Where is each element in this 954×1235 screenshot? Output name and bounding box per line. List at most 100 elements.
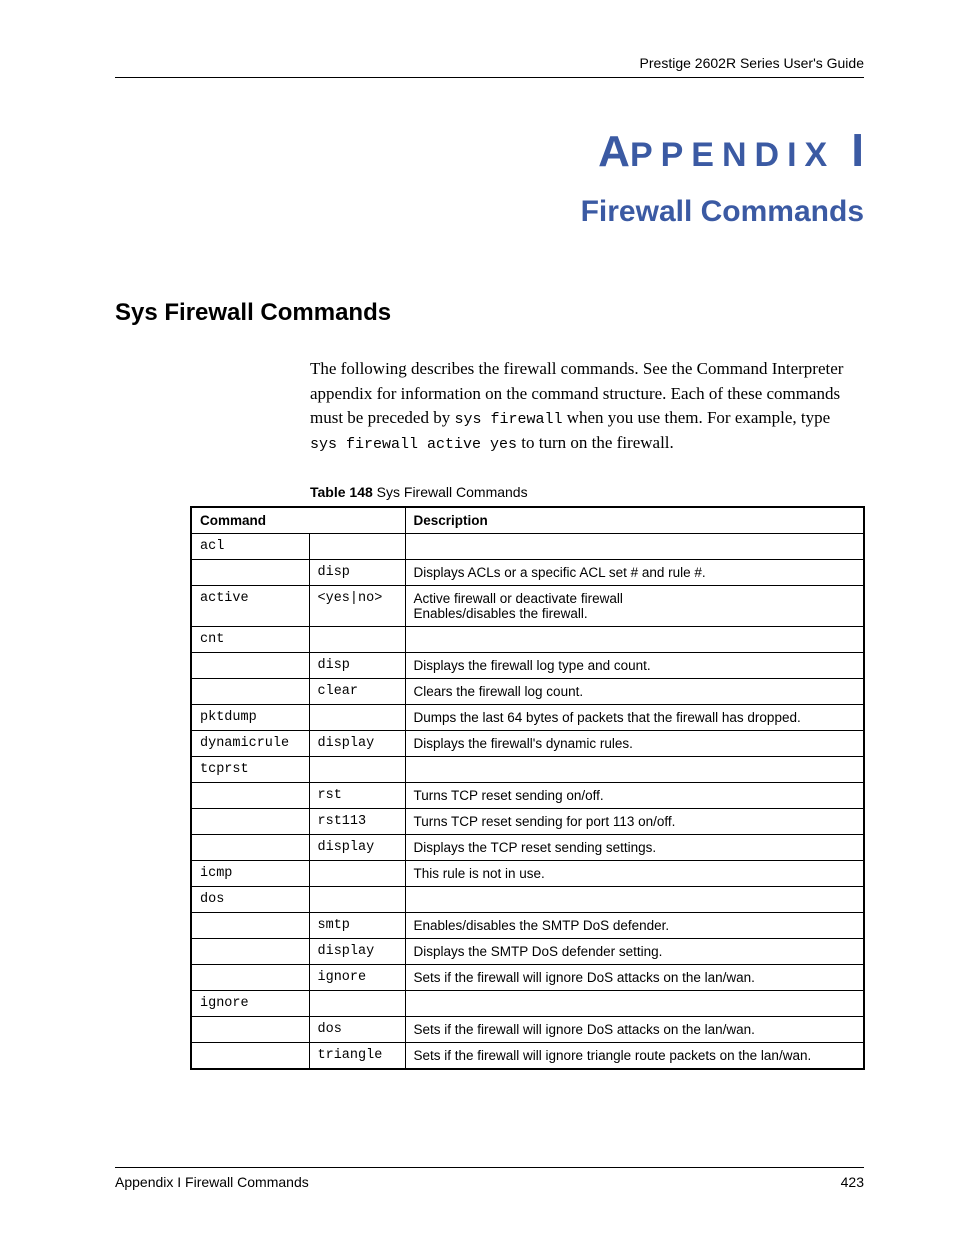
cmd-desc: Sets if the firewall will ignore DoS att…	[405, 964, 864, 990]
table-row: dynamicruledisplayDisplays the firewall'…	[191, 730, 864, 756]
cmd-col2: display	[309, 834, 405, 860]
cmd-col1: cnt	[191, 626, 309, 652]
cmd-col1	[191, 834, 309, 860]
cmd-desc: Active firewall or deactivate firewallEn…	[405, 585, 864, 626]
cmd-col1: acl	[191, 533, 309, 559]
table-row: rstTurns TCP reset sending on/off.	[191, 782, 864, 808]
cmd-col2: disp	[309, 559, 405, 585]
cmd-col2	[309, 533, 405, 559]
cmd-col1	[191, 1042, 309, 1069]
table-row: dispDisplays the firewall log type and c…	[191, 652, 864, 678]
cmd-col2: dos	[309, 1016, 405, 1042]
cmd-desc	[405, 626, 864, 652]
intro-paragraph: The following describes the firewall com…	[310, 357, 854, 456]
cmd-col2	[309, 756, 405, 782]
cmd-col1: dynamicrule	[191, 730, 309, 756]
cmd-col2: <yes|no>	[309, 585, 405, 626]
table-row: ignore	[191, 990, 864, 1016]
appendix-big-a: A	[598, 127, 630, 176]
table-caption-bold: Table 148	[310, 484, 373, 500]
cmd-col2	[309, 860, 405, 886]
table-row: dos	[191, 886, 864, 912]
table-header-row: Command Description	[191, 507, 864, 534]
appendix-letter: I	[851, 124, 864, 176]
para-part2: when you use them. For example, type	[562, 408, 830, 427]
cmd-col1: icmp	[191, 860, 309, 886]
table-row: dosSets if the firewall will ignore DoS …	[191, 1016, 864, 1042]
cmd-desc: Clears the firewall log count.	[405, 678, 864, 704]
page: Prestige 2602R Series User's Guide APPEN…	[0, 0, 954, 1235]
cmd-desc: Displays the firewall's dynamic rules.	[405, 730, 864, 756]
table-row: ignoreSets if the firewall will ignore D…	[191, 964, 864, 990]
table-row: clearClears the firewall log count.	[191, 678, 864, 704]
cmd-desc: Turns TCP reset sending for port 113 on/…	[405, 808, 864, 834]
table-row: acl	[191, 533, 864, 559]
cmd-desc: Sets if the firewall will ignore DoS att…	[405, 1016, 864, 1042]
table-caption: Table 148 Sys Firewall Commands	[310, 484, 864, 500]
table-row: pktdump Dumps the last 64 bytes of packet…	[191, 704, 864, 730]
cmd-desc: Enables/disables the SMTP DoS defender.	[405, 912, 864, 938]
cmd-desc	[405, 990, 864, 1016]
footer-right: 423	[841, 1174, 864, 1190]
table-row: active<yes|no>Active firewall or deactiv…	[191, 585, 864, 626]
page-footer: Appendix I Firewall Commands 423	[115, 1167, 864, 1190]
para-code2: sys firewall active yes	[310, 436, 517, 453]
appendix-title: APPENDIX I	[115, 123, 864, 177]
cmd-desc: Displays ACLs or a specific ACL set # an…	[405, 559, 864, 585]
table-row: displayDisplays the TCP reset sending se…	[191, 834, 864, 860]
appendix-subtitle: Firewall Commands	[115, 195, 864, 229]
table-caption-rest: Sys Firewall Commands	[373, 484, 528, 500]
cmd-col2	[309, 886, 405, 912]
cmd-col1: tcprst	[191, 756, 309, 782]
cmd-col1	[191, 559, 309, 585]
cmd-desc: Dumps the last 64 bytes of packets that …	[405, 704, 864, 730]
cmd-col1	[191, 808, 309, 834]
cmd-col2: clear	[309, 678, 405, 704]
table-row: smtpEnables/disables the SMTP DoS defend…	[191, 912, 864, 938]
cmd-col1: active	[191, 585, 309, 626]
cmd-col2	[309, 626, 405, 652]
cmd-desc	[405, 756, 864, 782]
table-row: icmp This rule is not in use.	[191, 860, 864, 886]
cmd-col2: rst113	[309, 808, 405, 834]
cmd-col1	[191, 652, 309, 678]
footer-left: Appendix I Firewall Commands	[115, 1174, 309, 1190]
table-row: dispDisplays ACLs or a specific ACL set …	[191, 559, 864, 585]
cmd-desc: Displays the SMTP DoS defender setting.	[405, 938, 864, 964]
cmd-col2: rst	[309, 782, 405, 808]
cmd-desc: Displays the TCP reset sending settings.	[405, 834, 864, 860]
para-part3: to turn on the firewall.	[517, 433, 674, 452]
guide-title: Prestige 2602R Series User's Guide	[640, 55, 864, 71]
cmd-col2: disp	[309, 652, 405, 678]
cmd-col1	[191, 1016, 309, 1042]
cmd-desc: Turns TCP reset sending on/off.	[405, 782, 864, 808]
th-description: Description	[405, 507, 864, 534]
cmd-col2	[309, 990, 405, 1016]
table-row: rst113Turns TCP reset sending for port 1…	[191, 808, 864, 834]
commands-table: Command Description acldispDisplays ACLs…	[190, 506, 865, 1070]
cmd-col2: ignore	[309, 964, 405, 990]
cmd-desc: Sets if the firewall will ignore triangl…	[405, 1042, 864, 1069]
cmd-desc: This rule is not in use.	[405, 860, 864, 886]
appendix-word: APPENDIXI	[598, 136, 864, 174]
cmd-desc	[405, 886, 864, 912]
cmd-col2: smtp	[309, 912, 405, 938]
cmd-col2: display	[309, 730, 405, 756]
cmd-col1: dos	[191, 886, 309, 912]
cmd-desc: Displays the firewall log type and count…	[405, 652, 864, 678]
cmd-col1	[191, 912, 309, 938]
cmd-col1: ignore	[191, 990, 309, 1016]
cmd-col1	[191, 964, 309, 990]
section-heading: Sys Firewall Commands	[115, 299, 864, 327]
cmd-col1	[191, 938, 309, 964]
table-row: triangleSets if the firewall will ignore…	[191, 1042, 864, 1069]
cmd-col1	[191, 678, 309, 704]
table-row: displayDisplays the SMTP DoS defender se…	[191, 938, 864, 964]
table-row: tcprst	[191, 756, 864, 782]
cmd-col2: triangle	[309, 1042, 405, 1069]
cmd-col2	[309, 704, 405, 730]
para-code1: sys firewall	[454, 411, 562, 428]
appendix-rest: PPENDIX	[630, 136, 835, 174]
cmd-col1: pktdump	[191, 704, 309, 730]
cmd-desc	[405, 533, 864, 559]
